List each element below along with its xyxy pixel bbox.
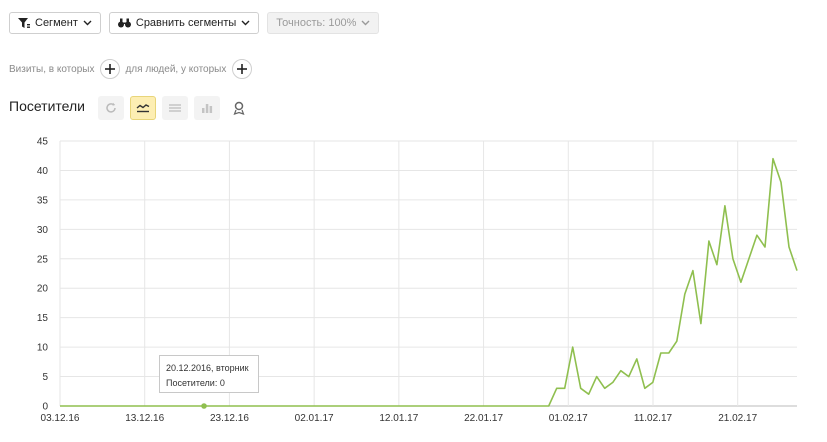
x-tick-label: 11.02.17 [634, 413, 673, 424]
y-tick-label: 25 [37, 254, 49, 265]
chart-view-switcher [98, 96, 252, 120]
visitors-line-chart: 0 5 10 15 20 25 30 35 40 45 03.12.16 13.12.16 23.12… [37, 137, 798, 424]
map-view-button[interactable] [226, 96, 252, 120]
chevron-down-icon [241, 20, 250, 26]
map-pin-icon [233, 101, 245, 115]
compare-segments-button[interactable]: Сравнить сегменты [108, 12, 260, 34]
table-chart-view-button[interactable] [194, 96, 220, 120]
x-tick-label: 13.12.16 [125, 413, 164, 424]
y-tick-label: 30 [37, 225, 49, 236]
stacked-chart-icon [169, 104, 181, 112]
line-chart-icon [136, 104, 150, 113]
y-tick-label: 20 [37, 284, 49, 295]
refresh-view-button[interactable] [98, 96, 124, 120]
data-points [201, 403, 207, 409]
accuracy-button[interactable]: Точность: 100% [267, 12, 380, 34]
accuracy-label: Точность: 100% [276, 17, 357, 29]
x-tick-label: 22.01.17 [464, 413, 503, 424]
x-tick-label: 12.01.17 [379, 413, 418, 424]
chevron-down-icon [83, 20, 92, 26]
add-people-condition-button[interactable] [232, 59, 253, 79]
x-tick-label: 02.01.17 [295, 413, 334, 424]
line-chart-view-button[interactable] [130, 96, 156, 120]
highlighted-data-point [201, 403, 207, 409]
add-visits-condition-button[interactable] [100, 59, 121, 79]
filter-icon [18, 17, 30, 29]
segment-filters: Визиты, в которых для людей, у которых [9, 59, 257, 79]
segment-button[interactable]: Сегмент [9, 12, 101, 34]
compare-segments-label: Сравнить сегменты [135, 17, 237, 29]
y-tick-label: 15 [37, 313, 49, 324]
x-tick-label: 23.12.16 [210, 413, 249, 424]
x-tick-label: 03.12.16 [41, 413, 80, 424]
chart-tooltip: 20.12.2016, вторник Посетители: 0 [159, 355, 259, 393]
binoculars-icon [117, 18, 131, 28]
plus-icon [237, 64, 248, 74]
segment-button-label: Сегмент [35, 17, 78, 29]
y-tick-label: 10 [37, 343, 49, 354]
y-tick-label: 40 [37, 166, 49, 177]
visits-filter-label: Визиты, в которых [9, 63, 95, 75]
refresh-icon [106, 102, 116, 113]
y-tick-label: 0 [42, 402, 48, 413]
x-tick-label: 21.02.17 [718, 413, 757, 424]
plus-icon [105, 64, 116, 74]
chevron-down-icon [361, 20, 370, 26]
y-tick-label: 45 [37, 137, 49, 148]
tooltip-metric: Посетители: 0 [166, 378, 225, 388]
table-chart-icon [202, 104, 213, 113]
x-axis-ticks: 03.12.16 13.12.16 23.12.16 02.01.17 12.01.17… [41, 413, 758, 424]
y-tick-label: 35 [37, 195, 49, 206]
y-axis-ticks: 0 5 10 15 20 25 30 35 40 45 [37, 137, 49, 413]
tooltip-date: 20.12.2016, вторник [166, 363, 249, 373]
people-filter-label: для людей, у которых [125, 63, 227, 75]
y-tick-label: 5 [42, 372, 48, 383]
toolbar: Сегмент Сравнить сегменты Точность: 100% [9, 12, 380, 34]
x-tick-label: 01.02.17 [549, 413, 588, 424]
stacked-chart-view-button[interactable] [162, 96, 188, 120]
chart-title: Посетители [9, 98, 85, 114]
